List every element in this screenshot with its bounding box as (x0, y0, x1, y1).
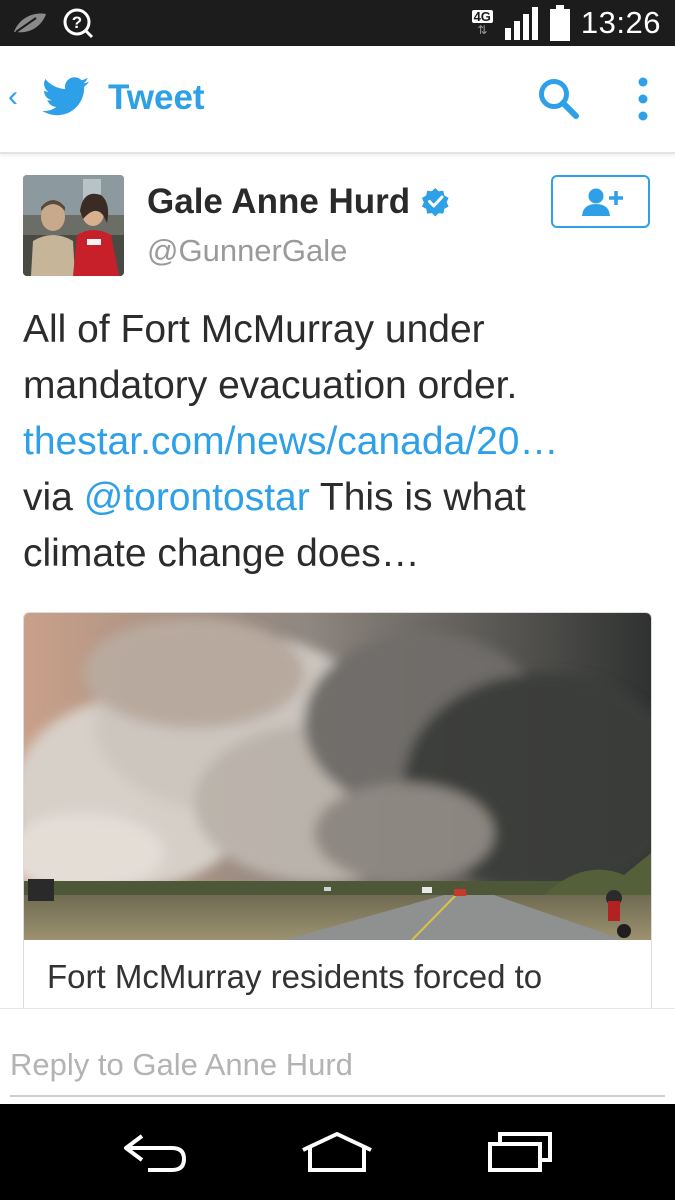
tweet-text-fragment: This is what (319, 476, 526, 519)
network-type-label: 4G (471, 9, 493, 24)
search-icon[interactable] (536, 76, 582, 122)
svg-text:?: ? (72, 13, 82, 32)
signal-icon (504, 7, 538, 40)
avatar[interactable] (23, 175, 124, 276)
system-nav-bar (0, 1104, 675, 1200)
app-bar: ‹ Tweet (0, 46, 675, 154)
battery-icon (549, 5, 570, 41)
verified-badge-icon (421, 187, 449, 217)
status-bar: ? 4G ⇅ 13:26 (0, 0, 675, 46)
tweet-text-line: climate change does… (23, 532, 420, 575)
more-vertical-icon[interactable] (628, 74, 658, 124)
author-handle[interactable]: @GunnerGale (147, 233, 347, 269)
author-name[interactable]: Gale Anne Hurd (147, 182, 410, 222)
back-icon[interactable] (120, 1128, 190, 1176)
home-icon[interactable] (300, 1128, 374, 1176)
tweet-link[interactable]: thestar.com/news/canada/20… (23, 414, 648, 470)
network-type-indicator: 4G ⇅ (471, 9, 493, 37)
reply-input[interactable] (10, 1035, 665, 1097)
recent-apps-icon[interactable] (486, 1128, 554, 1176)
status-clock: 13:26 (580, 5, 661, 40)
reply-bar (0, 1008, 675, 1105)
link-card[interactable]: Fort McMurray residents forced to (23, 612, 652, 1032)
card-image[interactable] (24, 613, 651, 940)
tweet-text-line: via @torontostar This is what (23, 470, 648, 526)
tweet-text-line: All of Fort McMurray under (23, 308, 485, 351)
page-title: Tweet (108, 78, 205, 117)
add-user-icon (582, 188, 623, 216)
tweet-text-line: mandatory evacuation order. (23, 364, 518, 407)
network-arrows: ⇅ (477, 23, 488, 37)
follow-button[interactable] (551, 175, 650, 228)
tweet-text: All of Fort McMurray under mandatory eva… (23, 302, 648, 582)
back-chevron-icon[interactable]: ‹ (8, 82, 28, 112)
via-text: via (23, 476, 73, 519)
card-title[interactable]: Fort McMurray residents forced to (47, 958, 542, 996)
twitter-bird-icon[interactable] (42, 76, 90, 118)
mention-link[interactable]: @torontostar (84, 476, 310, 519)
leaf-icon (14, 13, 46, 33)
help-circle-icon: ? (63, 8, 94, 39)
